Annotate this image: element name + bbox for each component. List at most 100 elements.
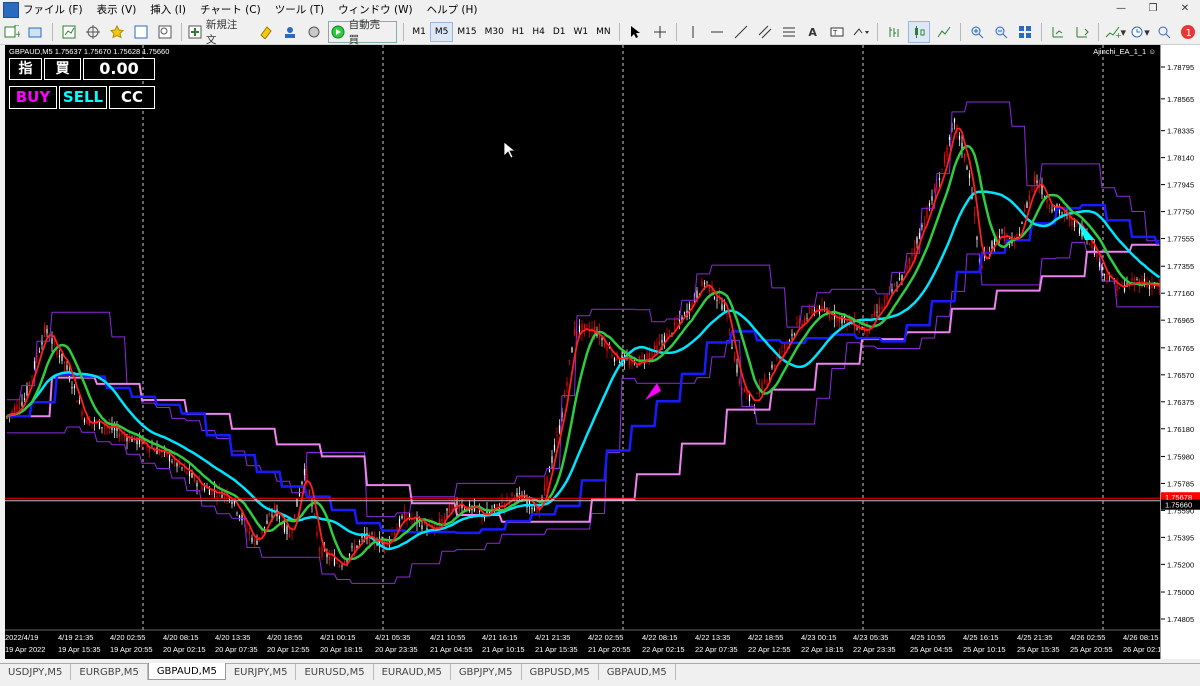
channel-lower-line [7, 241, 1160, 584]
candle-body [808, 308, 811, 310]
line-chart-icon[interactable] [934, 22, 954, 42]
tab-gbpaud-2[interactable]: GBPAUD,M5 [599, 664, 676, 680]
fibonacci-icon[interactable] [779, 22, 799, 42]
cursor-tool-icon[interactable] [626, 22, 646, 42]
zoom-out-icon[interactable] [991, 22, 1011, 42]
tab-usdjpy[interactable]: USDJPY,M5 [0, 664, 72, 680]
market-watch-icon[interactable] [59, 22, 79, 42]
timeframe-mn[interactable]: MN [592, 23, 615, 41]
price-chart[interactable]: 2022/4/19 4/19 21:35 4/20 02:55 4/20 08:15 4… [5, 45, 1160, 659]
favorites-icon[interactable] [107, 22, 127, 42]
search-icon[interactable] [1154, 22, 1174, 42]
price-axis[interactable]: 1.78795 1.78565 1.78335 1.78140 1.77945 1.777… [1160, 45, 1200, 659]
periods-icon[interactable]: ▾ [1130, 22, 1150, 42]
minimize-icon[interactable]: — [1112, 1, 1130, 17]
tab-eurjpy[interactable]: EURJPY,M5 [226, 664, 297, 680]
trendline-icon[interactable] [731, 22, 751, 42]
timeframe-d1[interactable]: D1 [549, 23, 570, 41]
candle-body [66, 365, 68, 370]
chart-area[interactable]: 2022/4/19 4/19 21:35 4/20 02:55 4/20 08:15 4… [5, 45, 1160, 659]
indicators-icon[interactable]: + ▾ [1105, 22, 1126, 42]
tab-gbpaud[interactable]: GBPAUD,M5 [147, 663, 226, 680]
channel-icon[interactable] [755, 22, 775, 42]
menu-window[interactable]: ウィンドウ (W) [338, 2, 412, 17]
menu-help[interactable]: ヘルプ (H) [427, 2, 478, 17]
candle-body [743, 389, 746, 393]
candle-body [731, 346, 733, 350]
text-icon[interactable]: A [803, 22, 823, 42]
crosshair-icon[interactable] [650, 22, 670, 42]
candle-chart-icon[interactable] [907, 21, 930, 43]
sell-button[interactable]: SELL [59, 86, 107, 109]
arrows-icon[interactable] [851, 22, 871, 42]
timeframe-m5[interactable]: M5 [429, 22, 454, 42]
label-icon[interactable]: T [827, 22, 847, 42]
new-order-button[interactable]: 新規注文 [188, 19, 252, 46]
timeframe-m1[interactable]: M1 [408, 23, 430, 41]
toolbar: + 新規注文 自動売買 M1 M5 M15 M30 H1 H4 D1 W1 MN… [0, 19, 1200, 46]
auto-trade-button[interactable]: 自動売買 [327, 19, 398, 46]
zoom-in-icon[interactable] [967, 22, 987, 42]
candle-body [806, 317, 808, 319]
vertical-line-icon[interactable] [683, 22, 703, 42]
candle-body [241, 514, 243, 521]
candle-body [18, 407, 21, 410]
new-chart-icon[interactable]: + [2, 22, 22, 42]
candle-body [393, 532, 396, 535]
time-label: 4/21 05:35 [375, 633, 410, 642]
candle-body [966, 166, 968, 170]
crosshair-nav-icon[interactable] [83, 22, 103, 42]
timeframe-m15[interactable]: M15 [453, 23, 480, 41]
timeframe-w1[interactable]: W1 [570, 23, 593, 41]
signals-icon[interactable] [304, 22, 324, 42]
notifications-icon[interactable]: 1 [1178, 22, 1198, 42]
tab-eurusd[interactable]: EURUSD,M5 [296, 664, 374, 680]
time-label: 4/22 02:55 [588, 633, 623, 642]
candle-body [803, 318, 806, 324]
candle-body [793, 333, 796, 335]
time-label: 22 Apr 23:35 [853, 645, 896, 654]
candle-body [568, 360, 571, 362]
timeframe-h4[interactable]: H4 [528, 23, 549, 41]
tab-gbpjpy[interactable]: GBPJPY,M5 [451, 664, 522, 680]
menu-view[interactable]: 表示 (V) [97, 2, 137, 17]
candle-body [893, 285, 896, 287]
restore-icon[interactable]: ❐ [1144, 1, 1162, 17]
tester-icon[interactable] [155, 22, 175, 42]
tab-eurgbp[interactable]: EURGBP,M5 [71, 664, 148, 680]
menu-insert[interactable]: 挿入 (I) [150, 2, 186, 17]
price-type-box[interactable]: 指 [9, 58, 42, 80]
profiles-icon[interactable] [26, 22, 46, 42]
close-icon[interactable]: ✕ [1176, 1, 1194, 17]
tab-gbpusd[interactable]: GBPUSD,M5 [522, 664, 599, 680]
tab-euraud[interactable]: EURAUD,M5 [374, 664, 451, 680]
metaeditor-icon[interactable] [256, 22, 276, 42]
candle-body [1048, 207, 1051, 209]
candle-body [156, 447, 158, 455]
bar-chart-icon[interactable] [884, 22, 904, 42]
horizontal-line-icon[interactable] [707, 22, 727, 42]
candle-body [653, 345, 656, 349]
tile-windows-icon[interactable] [1015, 22, 1035, 42]
menu-chart[interactable]: チャート (C) [200, 2, 261, 17]
candle-body [101, 427, 103, 429]
candle-body [441, 518, 443, 523]
side-box[interactable]: 買 [44, 58, 81, 80]
price-label: 1.75395 [1167, 533, 1194, 542]
notification-count: 1 [1186, 28, 1192, 39]
close-all-button[interactable]: CC [109, 86, 155, 109]
lot-value-box[interactable]: 0.00 [83, 58, 155, 80]
chart-shift-icon[interactable] [1048, 22, 1068, 42]
user-icon[interactable] [280, 22, 300, 42]
candle-body [553, 444, 556, 451]
terminal-icon[interactable] [131, 22, 151, 42]
autoscroll-icon[interactable] [1072, 22, 1092, 42]
candle-body [516, 492, 518, 497]
menu-tools[interactable]: ツール (T) [275, 2, 324, 17]
menu-file[interactable]: ファイル (F) [23, 2, 83, 17]
timeframe-h1[interactable]: H1 [508, 23, 529, 41]
timeframe-m30[interactable]: M30 [481, 23, 508, 41]
time-label: 20 Apr 23:35 [375, 645, 418, 654]
buy-button[interactable]: BUY [9, 86, 57, 109]
candle-body [948, 136, 951, 140]
